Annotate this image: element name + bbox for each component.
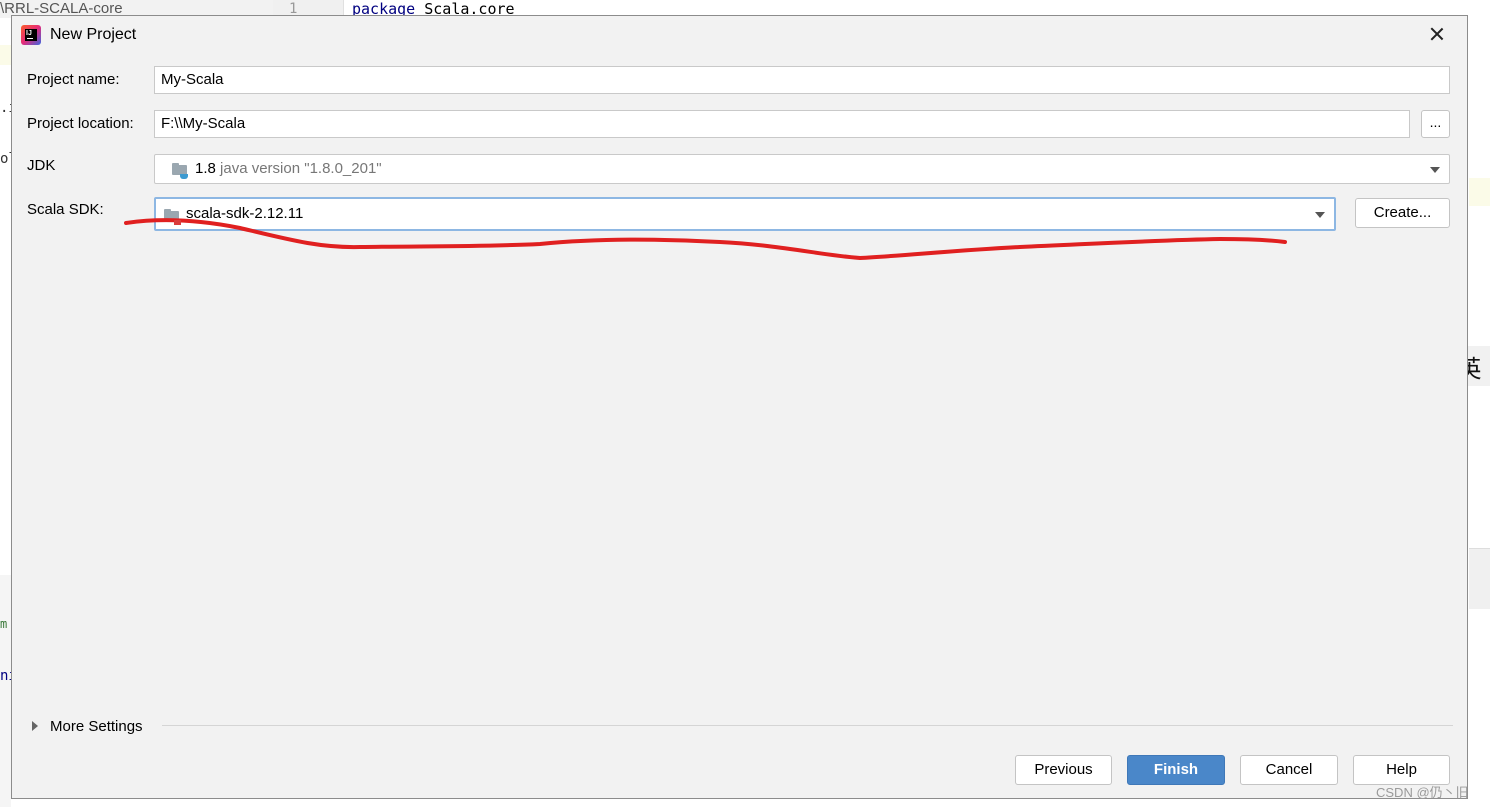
- jdk-version-detail: java version "1.8.0_201": [220, 160, 382, 177]
- create-sdk-button[interactable]: Create...: [1355, 198, 1450, 228]
- more-settings-label: More Settings: [50, 717, 143, 735]
- jdk-version: 1.8: [195, 160, 216, 177]
- jdk-label: JDK: [27, 157, 56, 174]
- close-icon[interactable]: [1427, 24, 1447, 44]
- bg-panel-left: [0, 575, 11, 807]
- cancel-button[interactable]: Cancel: [1240, 755, 1338, 785]
- scala-sdk-value: scala-sdk-2.12.11: [186, 205, 304, 222]
- more-settings-divider: [162, 725, 1453, 726]
- csdn-watermark: CSDN @仍丶旧: [1376, 785, 1469, 800]
- finish-button[interactable]: Finish: [1127, 755, 1225, 785]
- new-project-dialog: IJ New Project Project name: My-Scala Pr…: [11, 15, 1468, 799]
- browse-location-button[interactable]: ...: [1421, 110, 1450, 138]
- scala-sdk-label: Scala SDK:: [27, 201, 104, 218]
- project-name-input[interactable]: My-Scala: [154, 66, 1450, 94]
- intellij-idea-icon: IJ: [21, 25, 41, 45]
- previous-button[interactable]: Previous: [1015, 755, 1112, 785]
- bg-panel-right: [1469, 548, 1490, 609]
- jdk-select[interactable]: 1.8 java version "1.8.0_201": [154, 154, 1450, 184]
- dialog-title: New Project: [50, 26, 137, 43]
- help-button[interactable]: Help: [1353, 755, 1450, 785]
- project-location-label: Project location:: [27, 115, 134, 132]
- editor-highlight-right: [1469, 178, 1490, 206]
- dialog-titlebar: IJ New Project: [12, 16, 1467, 54]
- jdk-folder-icon: [172, 163, 188, 179]
- editor-highlight-left: [0, 45, 11, 65]
- bg-fragment: m: [0, 617, 8, 631]
- chevron-down-icon: [1430, 167, 1440, 173]
- chevron-down-icon: [1315, 212, 1325, 218]
- project-name-label: Project name:: [27, 71, 120, 88]
- more-settings-toggle[interactable]: More Settings: [32, 716, 143, 736]
- scala-sdk-folder-icon: [164, 209, 181, 225]
- expand-triangle-icon: [32, 721, 38, 731]
- scala-sdk-select[interactable]: scala-sdk-2.12.11: [154, 197, 1336, 231]
- project-location-input[interactable]: F:\\My-Scala: [154, 110, 1410, 138]
